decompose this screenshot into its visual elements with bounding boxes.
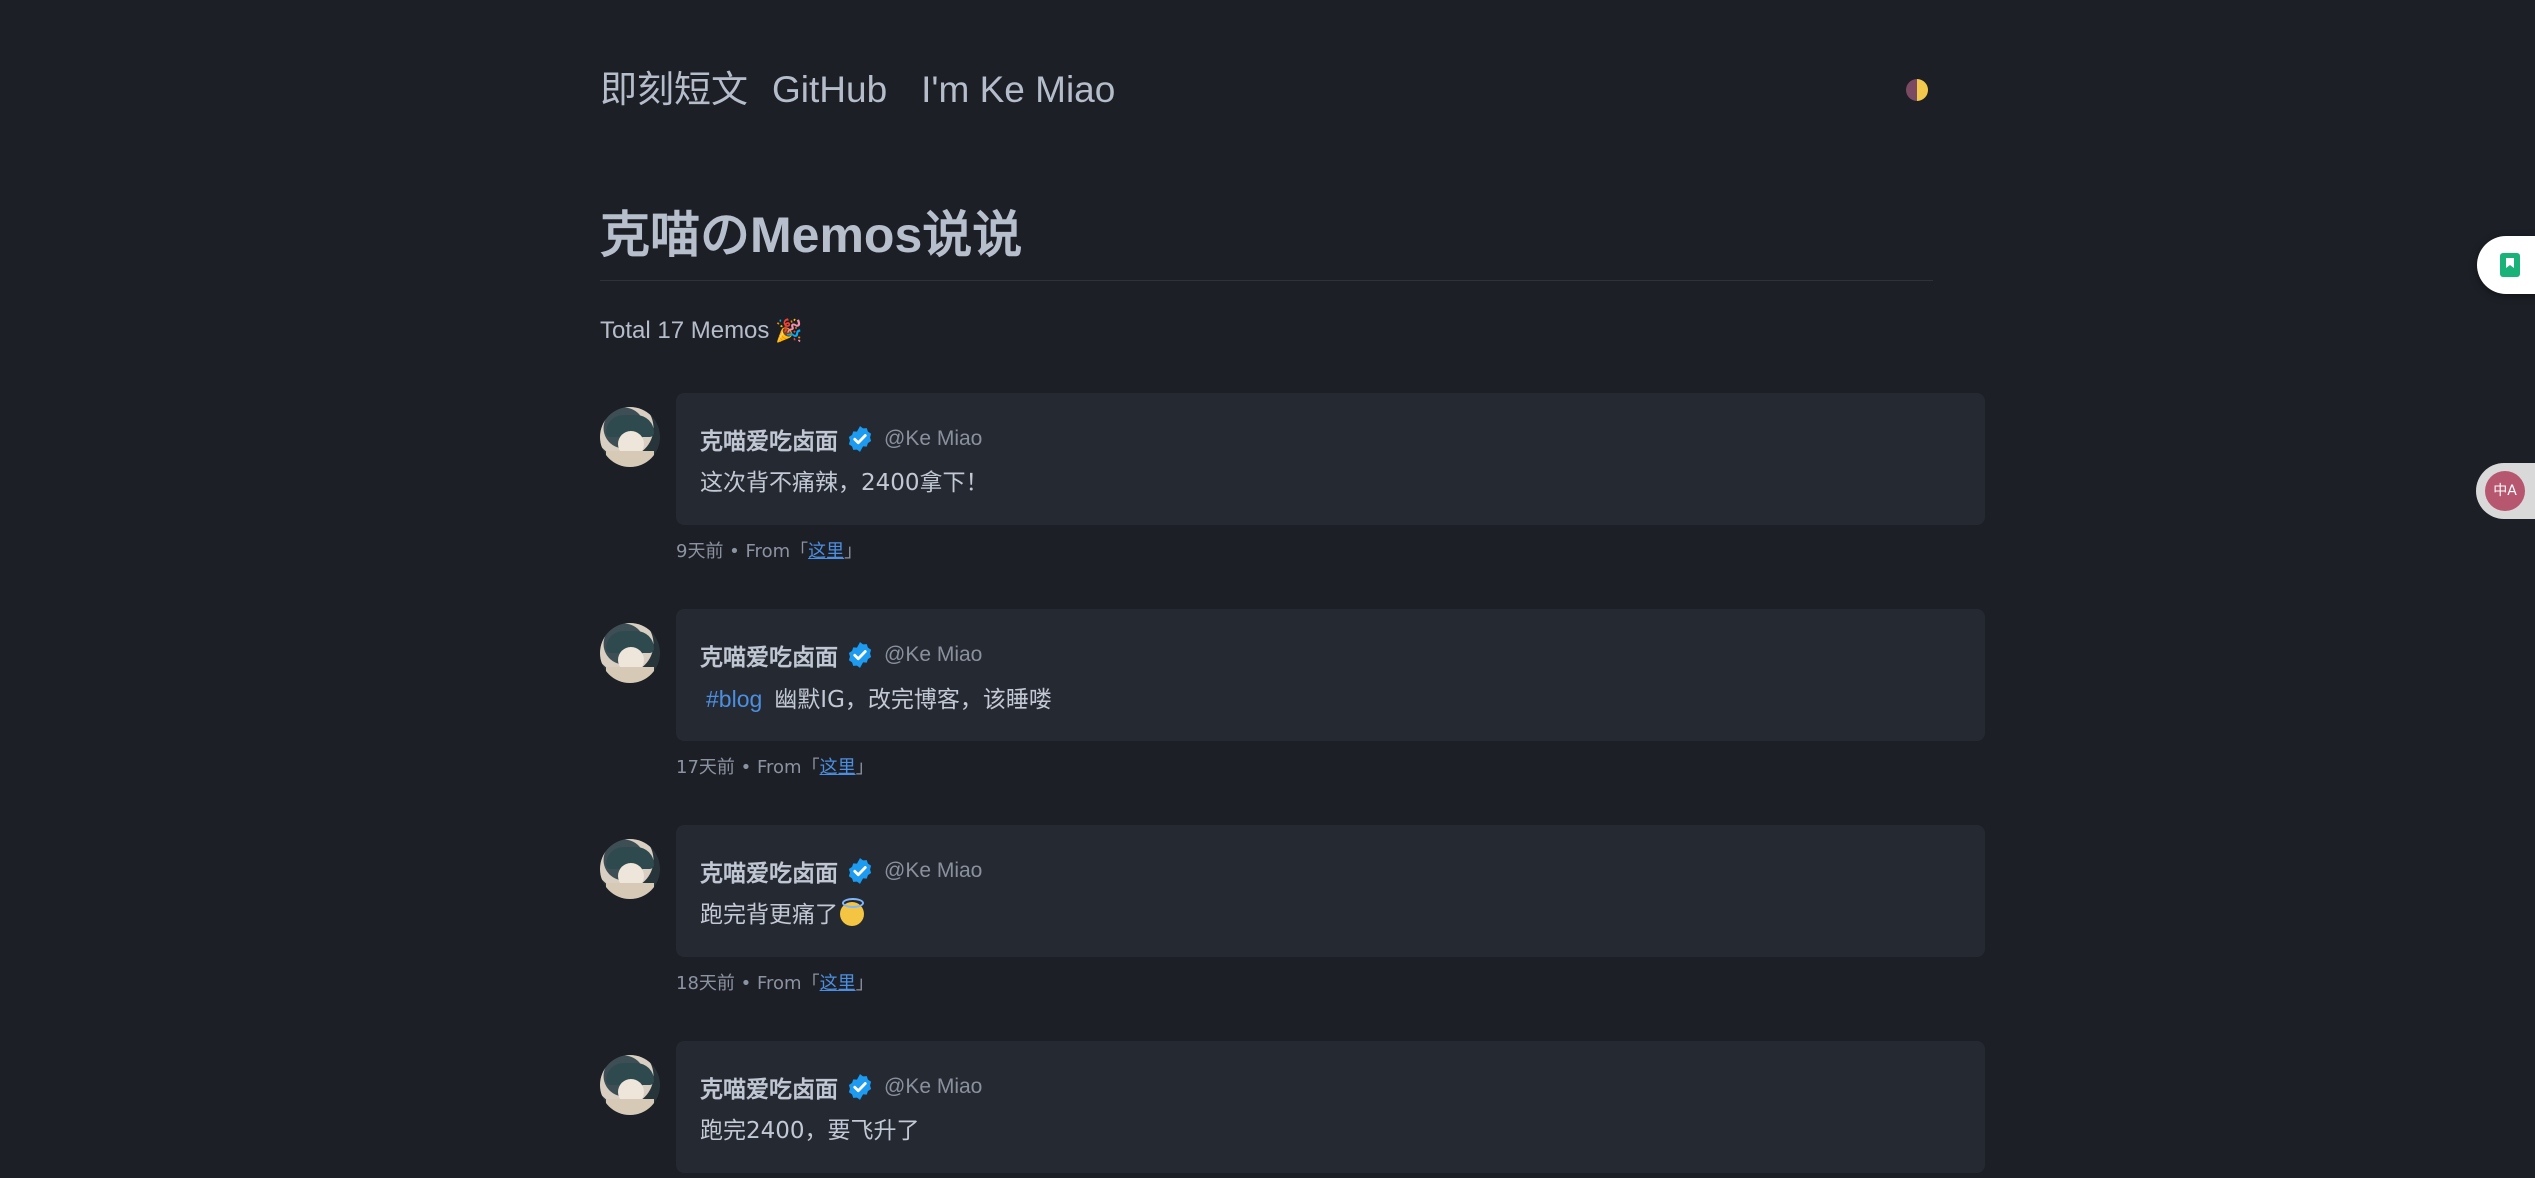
- translate-sidebar-button[interactable]: 中A: [2476, 463, 2535, 519]
- memo-content: 这次背不痛辣，2400拿下！: [700, 465, 989, 501]
- memo-from-label: From「: [756, 973, 820, 994]
- translate-icon: 中A: [2485, 471, 2525, 511]
- author-name: 克喵爱吃卤面: [700, 861, 838, 887]
- memo-tag[interactable]: #blog: [706, 686, 762, 712]
- memo-header: 克喵爱吃卤面 @Ke Miao: [700, 1071, 982, 1103]
- memo-source-link[interactable]: 这里: [808, 541, 844, 562]
- memo-from-close: 」: [844, 541, 863, 562]
- page-title: 克喵のMemos说说: [600, 207, 1023, 263]
- nav-link-jike[interactable]: 即刻短文: [600, 62, 748, 118]
- memo-source-link[interactable]: 这里: [820, 757, 856, 778]
- author-handle: @Ke Miao: [884, 643, 983, 666]
- author-name: 克喵爱吃卤面: [700, 429, 838, 455]
- title-divider: [600, 280, 1933, 281]
- memo-from-label: From「: [745, 541, 809, 562]
- verified-badge-icon: [848, 426, 872, 452]
- top-nav: 即刻短文 GitHub I'm Ke Miao: [600, 62, 1115, 118]
- avatar[interactable]: [600, 1055, 660, 1115]
- memo-content: 跑完2400，要飞升了: [700, 1113, 920, 1149]
- page: 即刻短文 GitHub I'm Ke Miao 克喵のMemos说说 Total…: [0, 0, 2535, 1178]
- memo-text: 跑完2400，要飞升了: [700, 1118, 920, 1144]
- memo-meta: 18天前 • From「这里」: [676, 973, 874, 994]
- halo-smile-emoji-icon: [840, 898, 864, 926]
- verified-badge-icon: [848, 1074, 872, 1100]
- memo-text: 跑完背更痛了: [700, 902, 838, 928]
- memo-content: #blog 幽默IG，改完博客，该睡喽: [700, 681, 1052, 718]
- author-handle: @Ke Miao: [884, 1075, 983, 1098]
- memo-header: 克喵爱吃卤面 @Ke Miao: [700, 855, 982, 887]
- author-handle: @Ke Miao: [884, 427, 983, 450]
- memo-header: 克喵爱吃卤面 @Ke Miao: [700, 423, 982, 455]
- memo-card: 克喵爱吃卤面 @Ke Miao 跑完背更痛了: [676, 825, 1985, 957]
- memo-card: 克喵爱吃卤面 @Ke Miao 跑完2400，要飞升了: [676, 1041, 1985, 1173]
- verified-badge-icon: [848, 858, 872, 884]
- avatar[interactable]: [600, 839, 660, 899]
- bookmark-icon: [2500, 253, 2520, 277]
- party-popper-icon: 🎉: [775, 318, 803, 343]
- memo-time: 9天前: [676, 541, 724, 562]
- nav-link-about[interactable]: I'm Ke Miao: [921, 62, 1115, 118]
- memo-count: Total 17 Memos 🎉: [600, 314, 803, 348]
- memo-from-label: From「: [756, 757, 820, 778]
- memo-time: 18天前: [676, 973, 735, 994]
- memo-source-link[interactable]: 这里: [820, 973, 856, 994]
- memo-text: 幽默IG，改完博客，该睡喽: [774, 687, 1052, 713]
- verified-badge-icon: [848, 642, 872, 668]
- bookmark-sidebar-button[interactable]: [2477, 236, 2535, 294]
- author-name: 克喵爱吃卤面: [700, 1077, 838, 1103]
- memo-header: 克喵爱吃卤面 @Ke Miao: [700, 639, 982, 671]
- avatar[interactable]: [600, 407, 660, 467]
- memo-time: 17天前: [676, 757, 735, 778]
- memo-meta: 17天前 • From「这里」: [676, 757, 874, 778]
- memo-text: 这次背不痛辣，2400拿下！: [700, 470, 989, 496]
- theme-toggle-icon[interactable]: [1906, 79, 1928, 101]
- memo-card: 克喵爱吃卤面 @Ke Miao 这次背不痛辣，2400拿下！: [676, 393, 1985, 525]
- memo-from-close: 」: [855, 973, 874, 994]
- memo-content: 跑完背更痛了: [700, 897, 864, 933]
- avatar[interactable]: [600, 623, 660, 683]
- memo-count-text: Total 17 Memos: [600, 317, 770, 344]
- memo-from-close: 」: [855, 757, 874, 778]
- nav-link-github[interactable]: GitHub: [772, 62, 887, 118]
- author-name: 克喵爱吃卤面: [700, 645, 838, 671]
- memo-card: 克喵爱吃卤面 @Ke Miao #blog 幽默IG，改完博客，该睡喽: [676, 609, 1985, 741]
- author-handle: @Ke Miao: [884, 859, 983, 882]
- memo-meta: 9天前 • From「这里」: [676, 541, 863, 562]
